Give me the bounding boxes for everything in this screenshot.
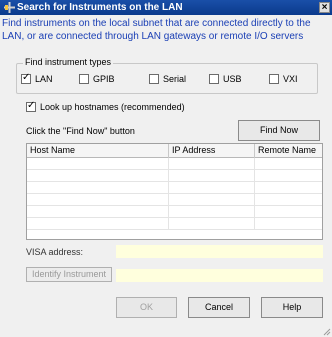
checkbox-vxi[interactable]: VXI	[269, 74, 298, 84]
ok-button[interactable]: OK	[116, 297, 177, 318]
table-row[interactable]	[27, 158, 322, 170]
search-instruments-dialog: Search for Instruments on the LAN × Find…	[0, 0, 332, 337]
resize-grip-icon[interactable]	[323, 328, 331, 336]
instrument-connection-icon	[3, 2, 15, 14]
checkbox-usb[interactable]: USB	[209, 74, 242, 84]
checkbox-usb-box[interactable]	[209, 74, 219, 84]
column-ip-address[interactable]: IP Address	[169, 144, 255, 158]
checkbox-gpib[interactable]: GPIB	[79, 74, 115, 84]
checkbox-usb-label: USB	[223, 74, 242, 84]
visa-address-label: VISA address:	[26, 247, 84, 257]
checkbox-lan-box[interactable]	[21, 72, 31, 84]
window-title: Search for Instruments on the LAN	[17, 2, 183, 13]
results-table[interactable]: Host Name IP Address Remote Name	[26, 143, 323, 240]
identify-result-field	[116, 269, 323, 282]
column-remote-name[interactable]: Remote Name	[255, 144, 322, 158]
checkbox-serial-box[interactable]	[149, 74, 159, 84]
checkbox-gpib-box[interactable]	[79, 74, 89, 84]
table-row[interactable]	[27, 194, 322, 206]
lookup-hostnames-checkbox[interactable]: Look up hostnames (recommended)	[26, 100, 185, 112]
lookup-hostnames-box[interactable]	[26, 100, 36, 112]
checkbox-gpib-label: GPIB	[93, 74, 115, 84]
title-bar[interactable]: Search for Instruments on the LAN ×	[0, 0, 332, 15]
identify-instrument-button[interactable]: Identify Instrument	[26, 267, 112, 282]
results-table-header: Host Name IP Address Remote Name	[27, 144, 322, 158]
instrument-types-group: Find instrument types LAN GPIB Serial US…	[16, 57, 318, 94]
checkbox-vxi-box[interactable]	[269, 74, 279, 84]
help-button[interactable]: Help	[261, 297, 323, 318]
lookup-hostnames-label: Look up hostnames (recommended)	[40, 102, 185, 112]
table-row[interactable]	[27, 206, 322, 218]
find-now-button[interactable]: Find Now	[238, 120, 320, 141]
checkbox-lan[interactable]: LAN	[21, 72, 53, 84]
results-table-body	[27, 158, 322, 230]
table-row[interactable]	[27, 182, 322, 194]
checkbox-vxi-label: VXI	[283, 74, 298, 84]
visa-address-field[interactable]	[116, 245, 323, 258]
checkbox-lan-label: LAN	[35, 74, 53, 84]
cancel-button[interactable]: Cancel	[188, 297, 250, 318]
dialog-description: Find instruments on the local subnet tha…	[2, 18, 311, 42]
close-icon[interactable]: ×	[319, 2, 330, 13]
checkbox-serial[interactable]: Serial	[149, 74, 186, 84]
instrument-types-legend: Find instrument types	[23, 57, 114, 67]
checkbox-serial-label: Serial	[163, 74, 187, 84]
column-host-name[interactable]: Host Name	[27, 144, 169, 158]
find-now-instruction: Click the "Find Now" button	[26, 126, 135, 136]
table-row[interactable]	[27, 218, 322, 230]
table-row[interactable]	[27, 170, 322, 182]
